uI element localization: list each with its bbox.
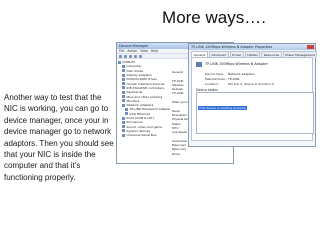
device-category-icon	[122, 77, 125, 81]
device-category-icon	[122, 73, 125, 77]
menu-help[interactable]: Help	[151, 49, 158, 53]
menu-action[interactable]: Action	[127, 49, 137, 53]
network-adapter-icon	[196, 62, 202, 67]
location-value: PCI bus 4, device 0, function 0	[228, 82, 274, 86]
manufacturer-label: Manufacturer:	[205, 77, 227, 81]
device-category-icon	[122, 120, 125, 124]
device-category-icon	[118, 60, 121, 64]
menu-file[interactable]: File	[119, 49, 124, 53]
device-status-box[interactable]: This device is working properly.	[196, 92, 314, 134]
tree-item-label: Universal Serial Bus	[126, 133, 157, 138]
device-category-icon	[122, 69, 125, 73]
close-icon[interactable]	[307, 45, 314, 49]
device-type-value: Network adapters	[228, 72, 255, 76]
menu-view[interactable]: View	[140, 49, 148, 53]
status-pane-row: Errors	[172, 151, 181, 156]
device-category-icon	[125, 107, 128, 111]
device-category-icon	[122, 86, 125, 90]
slide-title: More ways….	[162, 8, 266, 27]
device-category-icon	[122, 133, 125, 137]
device-category-icon	[122, 125, 125, 129]
device-type-label: Device type:	[205, 72, 224, 76]
device-category-icon	[122, 82, 125, 86]
device-name: TP-LINK 150Mbps Wireless N Adapter	[205, 62, 268, 66]
properties-tabs: General Advanced Driver Details Resources Pow…	[189, 50, 318, 57]
manufacturer-value: TP-LINK	[228, 77, 240, 81]
general-tab-panel: TP-LINK 150Mbps Wireless N Adapter Devic…	[191, 57, 314, 141]
back-icon[interactable]	[119, 54, 122, 58]
device-status-text: This device is working properly.	[198, 106, 248, 110]
device-category-icon	[122, 99, 125, 103]
device-tree: JOHN-PC Computer Disk drives Display adapte…	[118, 60, 178, 137]
properties-title: TP-LINK 150Mbps Wireless N Adapter Prope…	[191, 45, 273, 49]
device-category-icon	[122, 116, 125, 120]
device-manager-screenshot: Device Manager File Action View Help JOH…	[116, 42, 318, 164]
adapter-properties-dialog: TP-LINK 150Mbps Wireless N Adapter Prope…	[188, 43, 318, 147]
scan-hardware-icon[interactable]	[139, 54, 142, 58]
properties-icon[interactable]	[129, 54, 132, 58]
device-category-icon	[122, 103, 125, 107]
device-category-icon	[122, 90, 125, 94]
tree-item[interactable]: Universal Serial Bus	[118, 133, 178, 137]
device-category-icon	[122, 64, 125, 68]
slide-body-text: Another way to test that the NIC is work…	[4, 93, 114, 182]
help-icon[interactable]	[134, 54, 137, 58]
location-label: Location:	[205, 82, 219, 86]
device-category-icon	[122, 95, 125, 99]
device-manager-title: Device Manager	[119, 44, 149, 48]
device-category-icon	[122, 129, 125, 133]
forward-icon[interactable]	[124, 54, 127, 58]
device-category-icon	[125, 112, 128, 116]
